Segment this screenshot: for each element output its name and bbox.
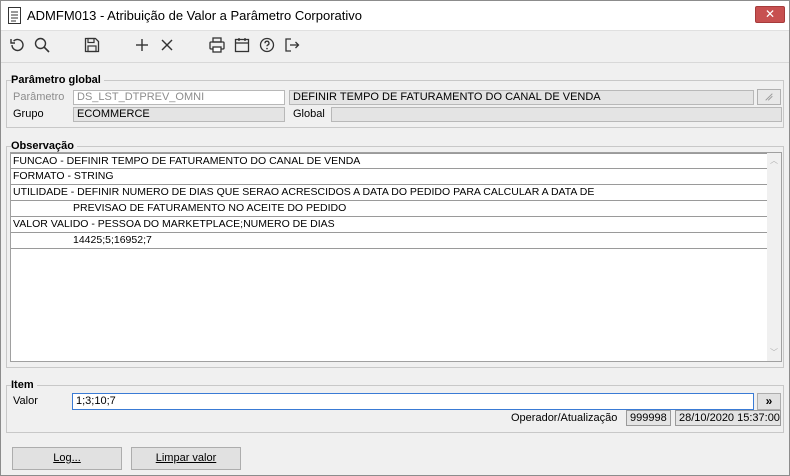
global-label: Global <box>293 108 325 120</box>
document-icon <box>8 7 21 24</box>
delete-icon[interactable] <box>157 35 177 55</box>
calendar-icon[interactable] <box>232 35 252 55</box>
undo-icon[interactable] <box>7 35 27 55</box>
global-field <box>331 107 782 122</box>
print-icon[interactable] <box>207 35 227 55</box>
grupo-label: Grupo <box>13 108 44 120</box>
observacao-title: Observação <box>11 140 77 152</box>
log-button[interactable]: Log... <box>12 447 122 470</box>
observacao-text-area[interactable]: FUNCAO - DEFINIR TEMPO DE FATURAMENTO DO… <box>10 152 782 362</box>
observacao-line: VALOR VALIDO - PESSOA DO MARKETPLACE;NUM… <box>11 217 768 233</box>
observacao-line: FUNCAO - DEFINIR TEMPO DE FATURAMENTO DO… <box>11 153 768 169</box>
save-icon[interactable] <box>82 35 102 55</box>
valor-expand-button[interactable]: » <box>757 393 781 410</box>
help-icon[interactable] <box>257 35 277 55</box>
exit-icon[interactable] <box>282 35 302 55</box>
window-title: ADMFM013 - Atribuição de Valor a Parâmet… <box>27 8 363 23</box>
observacao-scrollbar[interactable]: ︿ ﹀ <box>767 153 781 361</box>
valor-input[interactable]: 1;3;10;7 <box>72 393 754 410</box>
operador-field: 999998 <box>626 410 671 426</box>
parametro-global-title: Parâmetro global <box>11 74 104 86</box>
search-icon[interactable] <box>32 35 52 55</box>
lookup-icon <box>765 93 773 101</box>
parametro-label: Parâmetro <box>13 91 65 103</box>
toolbar <box>1 31 789 59</box>
observacao-content: FUNCAO - DEFINIR TEMPO DE FATURAMENTO DO… <box>11 153 768 361</box>
observacao-line: 14425;5;16952;7 <box>11 233 768 249</box>
title-bar: ADMFM013 - Atribuição de Valor a Parâmet… <box>1 1 789 31</box>
add-icon[interactable] <box>132 35 152 55</box>
main-window: ADMFM013 - Atribuição de Valor a Parâmet… <box>0 0 790 476</box>
grupo-field: ECOMMERCE <box>73 107 285 122</box>
valor-label: Valor <box>13 395 38 407</box>
parametro-lookup-button[interactable] <box>757 89 781 105</box>
limpar-valor-button[interactable]: Limpar valor <box>131 447 241 470</box>
atualizacao-field: 28/10/2020 15:37:00 <box>675 410 781 426</box>
parametro-field[interactable]: DS_LST_DTPREV_OMNI <box>73 90 285 105</box>
close-button[interactable]: ✕ <box>755 6 785 23</box>
toolbar-divider <box>1 62 789 63</box>
scroll-up-icon[interactable]: ︿ <box>769 156 779 166</box>
limpar-valor-button-label: Limpar valor <box>155 452 217 464</box>
item-title: Item <box>11 379 37 391</box>
log-button-label: Log... <box>53 452 81 464</box>
scroll-down-icon[interactable]: ﹀ <box>769 348 779 358</box>
observacao-line: PREVISAO DE FATURAMENTO NO ACEITE DO PED… <box>11 201 768 217</box>
observacao-line: UTILIDADE - DEFINIR NUMERO DE DIAS QUE S… <box>11 185 768 201</box>
parametro-description-field: DEFINIR TEMPO DE FATURAMENTO DO CANAL DE… <box>289 90 754 105</box>
operador-label: Operador/Atualização <box>511 412 618 424</box>
observacao-line: FORMATO - STRING <box>11 169 768 185</box>
